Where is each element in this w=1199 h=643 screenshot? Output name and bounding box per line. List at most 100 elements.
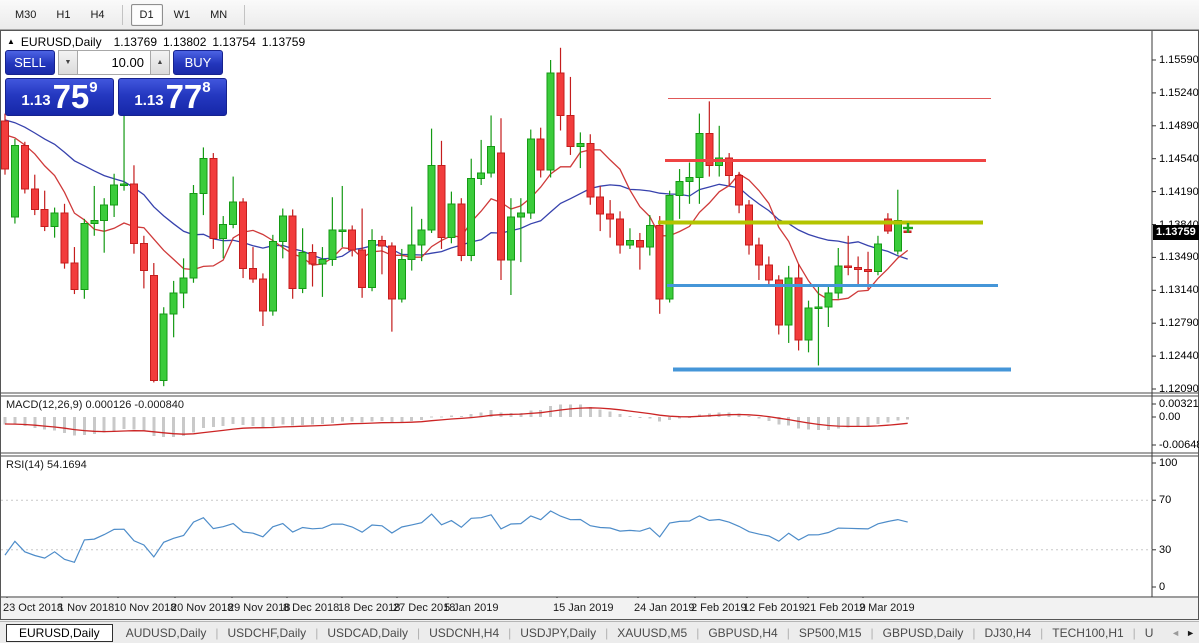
macd-histogram-bar	[241, 417, 245, 425]
rsi-line	[4, 510, 908, 564]
candle-body	[90, 220, 99, 225]
chart-tab-tech100-h1[interactable]: TECH100,H1	[1044, 625, 1131, 641]
candle-body	[149, 274, 158, 382]
chart-tab-gbpusd-h4[interactable]: GBPUSD,H4	[700, 625, 785, 641]
macd-histogram-bar	[628, 416, 632, 418]
candle-body	[506, 216, 515, 261]
macd-histogram-bar	[251, 417, 255, 426]
timeframe-button-w1[interactable]: W1	[165, 4, 200, 26]
chart-tab-usdjpy-daily[interactable]: USDJPY,Daily	[512, 625, 604, 641]
candle-body	[467, 177, 476, 257]
chart-tab-sp500-m15[interactable]: SP500,M15	[791, 625, 870, 641]
macd-histogram-bar	[856, 417, 860, 427]
candle-body	[50, 212, 59, 227]
candle-body	[189, 192, 198, 279]
candle-body	[566, 114, 575, 147]
chart-tab-audusd-daily[interactable]: AUDUSD,Daily	[118, 625, 215, 641]
macd-indicator-label: MACD(12,26,9) 0.000126 -0.000840	[6, 399, 184, 411]
macd-histogram-bar	[459, 416, 463, 418]
candle-body	[645, 224, 654, 248]
volume-input[interactable]	[78, 50, 150, 75]
chart-tab-dj30-h4[interactable]: DJ30,H4	[976, 625, 1039, 641]
macd-histogram-bar	[122, 417, 126, 430]
sell-price-big: 75	[52, 78, 90, 115]
timeframe-button-h1[interactable]: H1	[47, 4, 79, 26]
candle-body	[239, 201, 248, 270]
candle-body	[338, 229, 347, 233]
chart-tab-xauusd-m5[interactable]: XAUUSD,M5	[609, 625, 695, 641]
tab-separator: |	[1132, 625, 1136, 640]
price-chart-canvas[interactable]	[1, 31, 1198, 619]
macd-histogram-bar	[142, 417, 146, 432]
volume-increase-icon[interactable]: ▲	[150, 50, 170, 75]
ohlc-open: 1.13769	[113, 35, 157, 49]
candle-body	[794, 277, 803, 341]
macd-histogram-bar	[102, 417, 106, 433]
macd-histogram-bar	[281, 417, 285, 425]
tab-separator: |	[417, 625, 421, 640]
macd-histogram-bar	[439, 416, 443, 418]
chart-tab-usdcnh-h4[interactable]: USDCNH,H4	[421, 625, 507, 641]
rsi-indicator-label: RSI(14) 54.1694	[6, 459, 87, 471]
candle-body	[179, 277, 188, 294]
macd-histogram-bar	[360, 417, 364, 423]
candle-body	[655, 224, 664, 300]
macd-histogram-bar	[906, 417, 910, 420]
macd-axis-label: 0.003216	[1159, 398, 1199, 410]
candle-body	[824, 292, 833, 308]
macd-histogram-bar	[638, 417, 642, 418]
macd-histogram-bar	[112, 417, 116, 431]
rsi-axis-label: 100	[1159, 457, 1178, 469]
price-axis-label: 1.14540	[1159, 152, 1199, 165]
sell-button[interactable]: SELL	[5, 50, 55, 75]
candle-body	[139, 242, 148, 272]
buy-button[interactable]: BUY	[173, 50, 223, 75]
timeframe-button-h4[interactable]: H4	[81, 4, 113, 26]
time-axis-label: 10 Nov 2018	[114, 602, 177, 614]
macd-histogram-bar	[400, 417, 404, 422]
macd-histogram-bar	[221, 417, 225, 426]
chart-tab-usdcad-daily[interactable]: USDCAD,Daily	[319, 625, 416, 641]
tab-separator: |	[870, 625, 874, 640]
chart-tab-usdchf-daily[interactable]: USDCHF,Daily	[220, 625, 315, 641]
time-axis-label: 1 Nov 2018	[58, 602, 115, 614]
tab-scroll-right-icon[interactable]: ►	[1186, 628, 1195, 638]
chart-tab-gbpusd-daily[interactable]: GBPUSD,Daily	[875, 625, 972, 641]
timeframe-button-d1[interactable]: D1	[130, 3, 163, 26]
buy-price-pip: 8	[202, 79, 211, 96]
candle-body	[477, 172, 486, 179]
tab-separator: |	[215, 625, 219, 640]
time-axis-label: 18 Dec 2018	[338, 602, 401, 614]
timeframe-button-m30[interactable]: M30	[6, 4, 45, 26]
toolbar-separator	[244, 4, 246, 25]
macd-histogram-bar	[53, 417, 57, 431]
candle-body	[834, 265, 843, 294]
macd-histogram-bar	[261, 417, 265, 428]
timeframe-button-mn[interactable]: MN	[201, 4, 236, 26]
macd-histogram-bar	[578, 404, 582, 417]
chart-tab-u[interactable]: U	[1137, 625, 1162, 641]
buy-price-box[interactable]: 1.13 77 8	[118, 78, 227, 116]
candle-body	[348, 229, 357, 251]
tab-scroll-left-icon[interactable]: ◄	[1171, 628, 1180, 638]
macd-histogram-bar	[231, 417, 235, 425]
candle-body	[844, 265, 853, 269]
macd-histogram-bar	[797, 417, 801, 429]
candle-body	[873, 243, 882, 273]
tab-separator: |	[696, 625, 700, 640]
macd-histogram-bar	[866, 417, 870, 426]
candle-body	[695, 132, 704, 178]
candle-body	[159, 313, 168, 382]
candle-body	[199, 158, 208, 194]
tab-separator: |	[972, 625, 976, 640]
macd-histogram-bar	[191, 417, 195, 433]
macd-histogram-bar	[658, 417, 662, 422]
ohlc-low: 1.13754	[212, 35, 256, 49]
macd-histogram-bar	[787, 417, 791, 426]
chart-window: ▲ EURUSD,Daily 1.13769 1.13802 1.13754 1…	[0, 30, 1199, 620]
volume-decrease-icon[interactable]: ▼	[58, 50, 78, 75]
candle-body	[229, 201, 238, 226]
candle-body	[427, 164, 436, 231]
sell-price-box[interactable]: 1.13 75 9	[5, 78, 114, 116]
chart-tab-eurusd-daily[interactable]: EURUSD,Daily	[6, 623, 113, 642]
